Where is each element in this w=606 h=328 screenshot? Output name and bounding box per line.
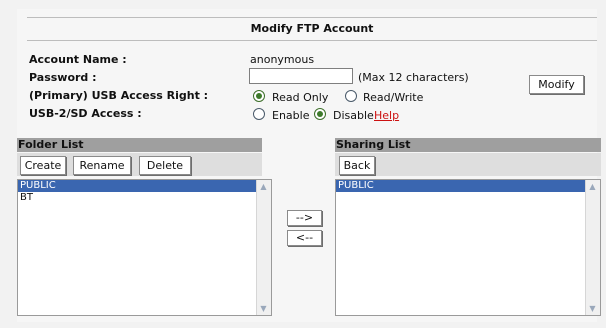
disable-label: Disable — [333, 109, 374, 122]
disable-radio[interactable] — [314, 108, 326, 120]
account-name-value: anonymous — [250, 53, 315, 66]
remove-from-sharing-button[interactable]: <-- — [287, 230, 322, 246]
scroll-down-icon[interactable]: ▼ — [588, 304, 597, 313]
rename-button[interactable]: Rename — [73, 156, 131, 175]
create-button[interactable]: Create — [20, 156, 66, 175]
read-only-label: Read Only — [272, 91, 329, 104]
usb-access-label: (Primary) USB Access Right : — [29, 89, 209, 102]
delete-button[interactable]: Delete — [139, 156, 191, 175]
sharing-list-toolbar: Back — [335, 153, 601, 176]
modify-button[interactable]: Modify — [529, 75, 584, 94]
read-write-label: Read/Write — [363, 91, 424, 104]
read-write-radio[interactable] — [345, 90, 357, 102]
folder-listbox[interactable]: PUBLIC BT ▲ ▼ — [17, 179, 272, 316]
folder-list-header: Folder List — [17, 138, 262, 152]
add-to-sharing-button[interactable]: --> — [287, 210, 322, 226]
enable-label: Enable — [272, 109, 310, 122]
scroll-up-icon[interactable]: ▲ — [259, 182, 268, 191]
back-button[interactable]: Back — [339, 156, 375, 175]
sharing-list-scrollbar[interactable]: ▲ ▼ — [585, 180, 600, 315]
enable-radio[interactable] — [253, 108, 265, 120]
scroll-down-icon[interactable]: ▼ — [259, 304, 268, 313]
page-title: Modify FTP Account — [27, 17, 597, 41]
list-item[interactable]: PUBLIC — [336, 180, 600, 192]
sd-access-label: USB-2/SD Access : — [29, 107, 142, 120]
read-only-radio[interactable] — [253, 90, 265, 102]
account-name-label: Account Name : — [29, 53, 127, 66]
folder-list-toolbar: Create Rename Delete — [17, 153, 262, 176]
help-link[interactable]: Help — [374, 109, 399, 122]
list-item[interactable]: BT — [18, 192, 271, 204]
password-label: Password : — [29, 71, 97, 84]
password-input[interactable] — [249, 68, 353, 84]
sharing-listbox[interactable]: PUBLIC ▲ ▼ — [335, 179, 601, 316]
list-item[interactable]: PUBLIC — [18, 180, 271, 192]
password-hint: (Max 12 characters) — [358, 71, 469, 84]
sharing-list-header: Sharing List — [335, 138, 601, 152]
scroll-up-icon[interactable]: ▲ — [588, 182, 597, 191]
folder-list-scrollbar[interactable]: ▲ ▼ — [256, 180, 271, 315]
